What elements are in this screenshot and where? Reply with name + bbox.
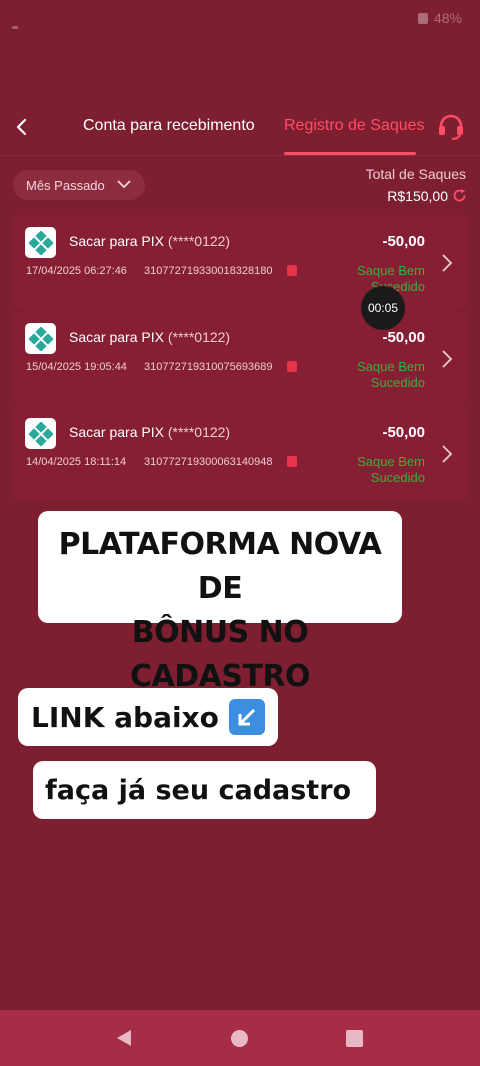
copy-icon[interactable]	[287, 456, 297, 467]
chevron-right-icon	[442, 350, 453, 368]
tab-receiving-account[interactable]: Conta para recebimento	[83, 117, 255, 135]
total-withdrawals-value: R$150,00	[387, 188, 448, 204]
record-amount: -50,00	[382, 233, 425, 250]
chevron-down-icon	[117, 180, 131, 189]
withdrawal-record[interactable]: Sacar para PIX (****0122) 14/04/2025 18:…	[13, 406, 467, 500]
chevron-right-icon	[442, 445, 453, 463]
promo-line-2: BÔNUS NO CADASTRO	[129, 615, 311, 694]
copy-icon[interactable]	[287, 361, 297, 372]
record-title: Sacar para PIX (****0122)	[69, 424, 231, 440]
active-tab-indicator	[284, 152, 416, 155]
video-timer: 00:05	[361, 286, 405, 330]
record-status: Saque Bem Sucedido	[357, 359, 425, 390]
period-filter-dropdown[interactable]: Mês Passado	[13, 170, 145, 200]
record-amount: -50,00	[382, 424, 425, 441]
down-left-arrow-icon	[228, 699, 265, 735]
record-title: Sacar para PIX (****0122)	[69, 233, 231, 249]
record-transaction-id: 310772719310075693689	[144, 361, 273, 373]
total-withdrawals-label: Total de Saques	[365, 166, 466, 182]
nav-home-icon[interactable]	[231, 1030, 248, 1047]
pix-logo-icon	[25, 227, 56, 258]
pix-logo-icon	[25, 418, 56, 449]
withdrawal-record[interactable]: Sacar para PIX (****0122) 15/04/2025 19:…	[13, 311, 467, 405]
record-title: Sacar para PIX (****0122)	[69, 329, 231, 345]
record-status: Saque Bem Sucedido	[357, 454, 425, 485]
record-date: 15/04/2025 19:05:44	[26, 361, 127, 373]
lock-icon	[417, 12, 428, 24]
notification-dot	[12, 26, 18, 29]
refresh-icon[interactable]	[452, 188, 467, 203]
signup-cta-text: faça já seu cadastro	[45, 774, 352, 806]
filter-label: Mês Passado	[26, 177, 105, 193]
link-below-overlay: LINK abaixo	[18, 688, 278, 746]
promo-line-1: PLATAFORMA NOVA DE	[58, 527, 382, 606]
signup-cta-overlay: faça já seu cadastro	[33, 761, 376, 819]
record-date: 17/04/2025 06:27:46	[26, 265, 127, 277]
headset-support-icon[interactable]	[436, 112, 466, 142]
top-navigation: Conta para recebimento Registro de Saque…	[0, 100, 480, 156]
battery-level: 48%	[433, 10, 462, 26]
nav-back-icon[interactable]	[115, 1029, 133, 1047]
back-arrow-icon[interactable]	[12, 114, 32, 140]
record-transaction-id: 310772719300063140948	[144, 456, 273, 468]
status-bar: 48%	[0, 0, 480, 36]
nav-recent-apps-icon[interactable]	[346, 1030, 363, 1047]
record-transaction-id: 310772719330018328180	[144, 265, 273, 277]
promo-headline-overlay: PLATAFORMA NOVA DE BÔNUS NO CADASTRO	[38, 511, 402, 694]
link-below-text: LINK abaixo	[31, 700, 219, 734]
record-amount: -50,00	[382, 329, 425, 346]
tab-withdrawal-history[interactable]: Registro de Saques	[284, 117, 425, 135]
record-date: 14/04/2025 18:11:14	[26, 456, 127, 468]
copy-icon[interactable]	[287, 265, 297, 276]
chevron-right-icon	[442, 254, 453, 272]
system-navigation-bar	[0, 1010, 480, 1066]
pix-logo-icon	[25, 323, 56, 354]
